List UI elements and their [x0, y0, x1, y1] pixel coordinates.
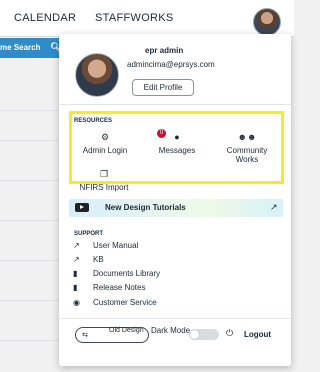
kb-label: KB	[93, 255, 104, 264]
release-notes-label: Release Notes	[93, 283, 146, 292]
nfirs-import-label: NFIRS Import	[79, 183, 129, 192]
admin-login-label: Admin Login	[82, 146, 128, 155]
swap-icon: ⇆	[82, 332, 88, 339]
kb-link[interactable]: ↗ KB	[73, 255, 104, 267]
profile-dropdown-menu: epr admin admincima@eprsys.com Edit Prof…	[59, 34, 291, 366]
user-manual-link[interactable]: ↗ User Manual	[73, 241, 138, 253]
edit-profile-button[interactable]: Edit Profile	[132, 79, 194, 96]
community-works-label: Community Works	[226, 146, 268, 164]
logout-link[interactable]: Logout	[244, 330, 271, 339]
old-design-label: Old Design	[109, 327, 144, 334]
user-manual-label: User Manual	[93, 241, 139, 250]
documents-library-label: Documents Library	[93, 269, 161, 278]
search-label: me Search	[0, 43, 41, 52]
nav-staffworks[interactable]: STAFFWORKS	[95, 12, 174, 24]
dark-mode-label: Dark Mode	[151, 326, 191, 335]
top-navbar: CALENDAR STAFFWORKS	[0, 0, 294, 37]
eye-icon: ◉	[73, 298, 80, 307]
document-icon: ▮	[73, 269, 78, 278]
customer-service-link[interactable]: ◉ Customer Service	[73, 298, 157, 310]
tutorials-label: New Design Tutorials	[105, 203, 186, 212]
user-email: admincima@eprsys.com	[127, 60, 215, 69]
community-works-item[interactable]: ☻☻ Community Works	[219, 132, 275, 165]
messages-label: Messages	[158, 146, 196, 155]
admin-login-item[interactable]: ⚙ Admin Login	[79, 132, 131, 156]
gear-icon: ⚙	[100, 132, 110, 142]
toggle-knob	[190, 330, 199, 339]
document-icon: ▮	[73, 283, 78, 292]
pointer-cursor-icon: ↗	[270, 202, 278, 212]
chat-icon: ● 0	[151, 129, 203, 143]
copy-icon: ❐	[99, 169, 109, 179]
message-count-badge: 0	[157, 129, 166, 138]
search-bar[interactable]: me Search 🔍︎	[0, 38, 62, 58]
dark-mode-toggle[interactable]	[189, 329, 219, 340]
external-link-icon: ↗	[73, 241, 80, 250]
new-design-tutorials-banner[interactable]: New Design Tutorials ↗	[69, 199, 283, 217]
divider	[59, 104, 291, 105]
people-icon: ☻☻	[237, 132, 257, 142]
profile-section: epr admin admincima@eprsys.com Edit Prof…	[59, 34, 291, 102]
bottom-controls: ⇆ Old Design Dark Mode ⏻ Logout	[59, 326, 291, 350]
divider	[59, 318, 291, 319]
customer-service-label: Customer Service	[93, 298, 157, 307]
messages-item[interactable]: ● 0 Messages	[151, 129, 203, 155]
external-link-icon: ↗	[73, 255, 80, 264]
power-icon[interactable]: ⏻	[226, 328, 233, 339]
nfirs-import-item[interactable]: ❐ NFIRS Import	[75, 169, 133, 193]
resources-title: RESOURCES	[74, 118, 113, 124]
user-name: epr admin	[145, 46, 184, 55]
video-icon	[75, 203, 89, 212]
user-avatar-button[interactable]	[253, 8, 281, 36]
documents-library-link[interactable]: ▮ Documents Library	[73, 269, 160, 281]
nav-calendar[interactable]: CALENDAR	[14, 12, 76, 24]
old-design-button[interactable]: ⇆ Old Design	[75, 327, 149, 343]
release-notes-link[interactable]: ▮ Release Notes	[73, 283, 145, 295]
avatar	[75, 53, 119, 97]
support-title: SUPPORT	[74, 231, 104, 237]
